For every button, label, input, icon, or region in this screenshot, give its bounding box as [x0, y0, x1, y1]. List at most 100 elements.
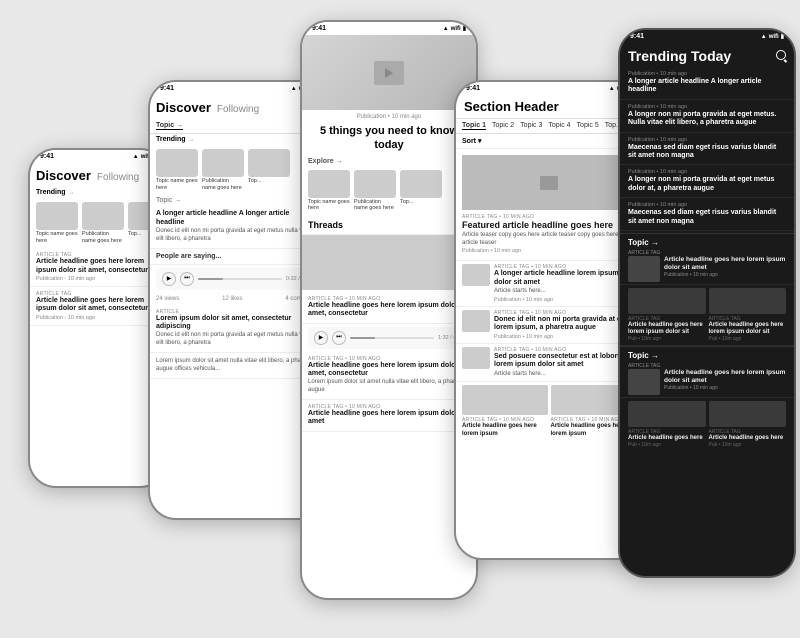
p5-content-b: Article headline goes here lorem ipsum d… — [664, 369, 786, 391]
p3-headline-2: Article headline goes here lorem ipsum d… — [308, 362, 470, 379]
p3-article-2[interactable]: Article Tag • 10 min ago Article headlin… — [302, 352, 476, 400]
signal-icon: ▲ — [133, 154, 139, 160]
trending-label-2: Trending — [156, 136, 186, 143]
p5-grid-meta-1: Pub • 10m ago — [628, 336, 706, 342]
meta-1-2: Publication - 10 min ago — [36, 315, 160, 321]
p2-article-2[interactable]: Article Lorem ipsum dolor sit amet, cons… — [150, 305, 324, 353]
tab-t4[interactable]: Topic 4 — [548, 122, 570, 130]
topic-label-1: Topic name goes here — [36, 231, 78, 244]
skip-btn-3[interactable]: ⏭ — [332, 331, 346, 345]
featured-article-4[interactable]: Article Tag • 10 min ago Featured articl… — [456, 149, 642, 261]
hero-meta-3: Publication • 10 min ago — [302, 110, 476, 120]
hero-bg-3 — [302, 35, 476, 110]
p4-body-1: Article starts here... — [494, 288, 636, 296]
p2-body-3: Lorem ipsum dolor sit amet nulla vitae e… — [156, 358, 318, 374]
trending-label-1: Trending — [36, 189, 66, 196]
p5-grid2-item-1[interactable]: ARTICLE TAG Article headline goes here P… — [628, 401, 706, 448]
battery-5: ▮ — [781, 33, 784, 40]
p5-grid-item-1[interactable]: ARTICLE TAG Article headline goes here l… — [628, 288, 706, 342]
discover-following-1: Following — [97, 172, 139, 183]
p5-grid2-item-2[interactable]: ARTICLE TAG Article headline goes here P… — [709, 401, 787, 448]
skip-btn-2[interactable]: ⏭ — [180, 272, 194, 286]
topic-card-1[interactable]: Topic name goes here — [36, 202, 78, 244]
topic-thumb-2 — [82, 202, 124, 230]
play-btn-3[interactable]: ▶ — [314, 331, 328, 345]
p4-article-3[interactable]: Article Tag • 10 min ago Sed posuere con… — [456, 344, 642, 383]
grid-label-4-1: Article headline goes here lorem ipsum — [462, 423, 548, 437]
grid-item-4-1[interactable]: Article Tag • 10 min ago Article headlin… — [462, 385, 548, 437]
p3-headline-3: Article headline goes here lorem ipsum d… — [308, 410, 470, 427]
sort-row-4: Sort ▾ — [456, 134, 642, 149]
player-row-3[interactable]: ▶ ⏭ 1:32 / 4:32 — [308, 327, 470, 349]
p2-card-3[interactable]: Top... — [248, 149, 290, 191]
p4-article-1[interactable]: Article Tag • 10 min ago A longer articl… — [456, 261, 642, 307]
p2-card-label-3: Top... — [248, 178, 290, 185]
signal-4: ▲ — [609, 86, 615, 92]
p5-article-3[interactable]: Publication • 10 min ago Maecenas sed di… — [620, 133, 794, 166]
p4-row-content-3: Article Tag • 10 min ago Sed posuere con… — [494, 347, 636, 379]
threads-header-3: Threads — [302, 216, 476, 235]
tab-t2[interactable]: Topic 2 — [492, 122, 514, 130]
p3-article-3[interactable]: Article Tag • 10 min ago Article headlin… — [302, 400, 476, 432]
p5-article-4[interactable]: Publication • 10 min ago A longer non mi… — [620, 165, 794, 198]
play-btn-2[interactable]: ▶ — [162, 272, 176, 286]
topic-thumb-1 — [36, 202, 78, 230]
p5-full-thumb — [628, 256, 660, 282]
p4-body-3: Article starts here... — [494, 371, 636, 379]
p2-article-3[interactable]: Lorem ipsum dolor sit amet nulla vitae e… — [150, 353, 324, 379]
p3-card-1[interactable]: Topic name goes here — [308, 170, 350, 212]
time-3: 9:41 — [312, 25, 326, 32]
p5-grid-item-2[interactable]: ARTICLE TAG Article headline goes here l… — [709, 288, 787, 342]
p3-card-3[interactable]: Top... — [400, 170, 442, 212]
p2-thumb-3 — [248, 149, 290, 177]
p5-meta-b: Publication • 10 min ago — [664, 385, 786, 391]
p5-grid-thumb-1 — [628, 288, 706, 314]
p5-title-5: Maecenas sed diam eget risus varius blan… — [628, 209, 786, 226]
trending-today-header: Trending Today — [620, 43, 794, 67]
topic-card-2[interactable]: Publication name goes here — [82, 202, 124, 244]
search-btn-5[interactable] — [776, 47, 786, 65]
grid-thumb-4-1 — [462, 385, 548, 415]
p5-article-5[interactable]: Publication • 10 min ago Maecenas sed di… — [620, 198, 794, 231]
tab-t3[interactable]: Topic 3 — [520, 122, 542, 130]
stat-1: 24 views — [156, 296, 179, 302]
p2-card-1[interactable]: Topic name goes here — [156, 149, 198, 191]
featured-title-4: Featured article headline goes here — [462, 220, 636, 231]
p2-headline-2: Lorem ipsum dolor sit amet, consectetur … — [156, 315, 318, 332]
player-row-2[interactable]: ▶ ⏭ 0:32 / 4:32 — [156, 268, 318, 290]
sort-btn-4[interactable]: Sort ▾ — [462, 137, 481, 145]
p5-article-1[interactable]: Publication • 10 min ago A longer articl… — [620, 67, 794, 100]
p5-article-b[interactable]: ARTICLE TAG Article headline goes here l… — [620, 361, 794, 398]
trending-row-1: Trending → — [30, 187, 166, 198]
p5-article-2[interactable]: Publication • 10 min ago A longer non mi… — [620, 100, 794, 133]
phone1-content: Discover Following Trending → Topic name… — [30, 163, 166, 485]
phone-4: 9:41 ▲ wifi ▮ Section Header Topic 1 Top… — [454, 80, 644, 560]
explore-label-3: Explore → — [302, 155, 476, 166]
tab-t5[interactable]: Topic 5 — [577, 122, 599, 130]
discover-title-1: Discover — [36, 168, 91, 183]
p3-article-1[interactable]: Article Tag • 10 min ago Article headlin… — [302, 292, 476, 324]
p5-full-article[interactable]: ARTICLE TAG Article headline goes here l… — [620, 248, 794, 285]
p2-people-saying: People are saying... — [150, 249, 324, 265]
article-1-2[interactable]: ARTICLE TAG Article headline goes here l… — [30, 287, 166, 326]
p5-title-b: Article headline goes here lorem ipsum d… — [664, 369, 786, 385]
p4-article-2[interactable]: Article Tag • 10 min ago Donec id elit n… — [456, 307, 642, 344]
p5-full-content: Article headline goes here lorem ipsum d… — [664, 256, 786, 278]
p5-grid2-meta-1: Pub • 10m ago — [628, 442, 706, 448]
discover-following-2: Following — [217, 104, 259, 115]
p2-card-2[interactable]: Publication name goes here — [202, 149, 244, 191]
p3-card-2[interactable]: Publication name goes here — [354, 170, 396, 212]
p5-title-3: Maecenas sed diam eget risus varius blan… — [628, 144, 786, 161]
signal-icon-2: ▲ — [291, 86, 297, 92]
tab-topic[interactable]: Topic → — [156, 122, 183, 130]
p5-meta-4: Publication • 10 min ago — [628, 169, 786, 175]
article-1-1[interactable]: ARTICLE TAG Article headline goes here l… — [30, 248, 166, 287]
p5-meta-2: Publication • 10 min ago — [628, 104, 786, 110]
p3-label-2: Publication name goes here — [354, 199, 396, 212]
app-header-4: Section Header — [456, 95, 642, 119]
p4-headline-2: Donec id elit non mi porta gravida at eg… — [494, 316, 636, 333]
p2-article-1[interactable]: A longer article headline A longer artic… — [150, 206, 324, 248]
topic-section-2: Topic → — [150, 195, 324, 206]
stat-2: 12 likes — [222, 296, 242, 302]
tab-t1[interactable]: Topic 1 — [462, 122, 486, 130]
